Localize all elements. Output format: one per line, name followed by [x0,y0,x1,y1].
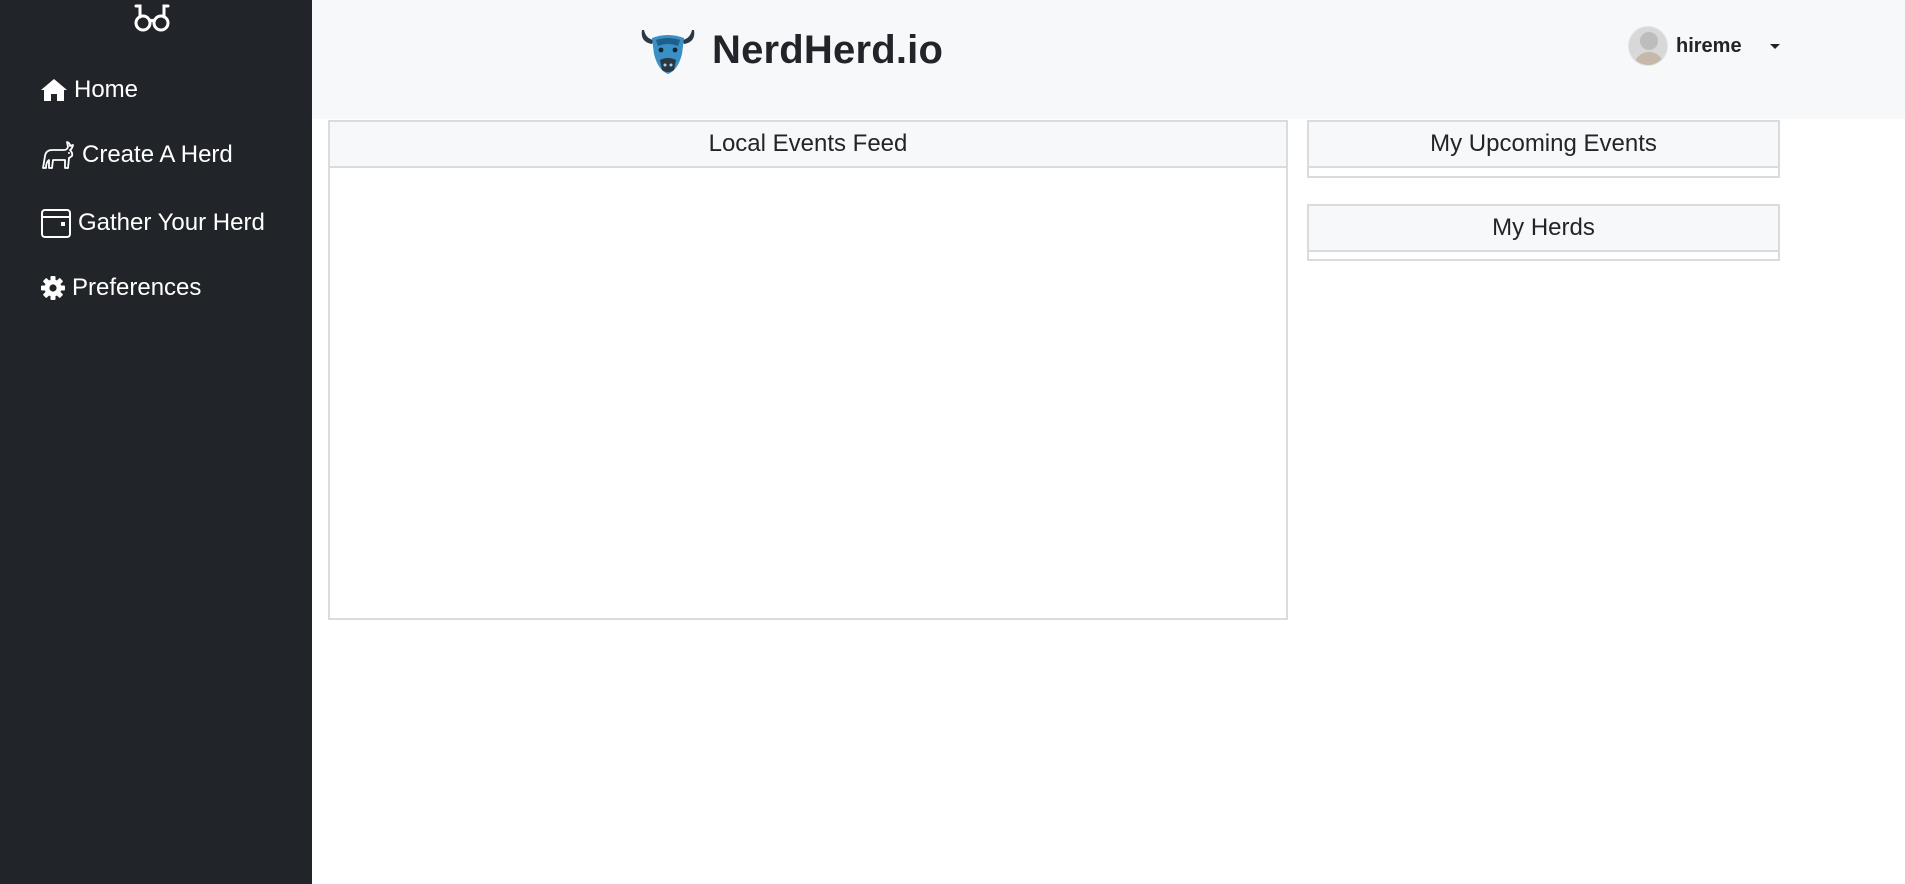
home-icon [40,77,68,103]
site-title: NerdHerd.io [712,27,944,72]
sidebar: Home Create A Herd Gather Your Herd Pref… [0,0,312,884]
sidebar-item-gather-your-herd[interactable]: Gather Your Herd [40,205,265,241]
header: NerdHerd.io hireme [312,0,1905,119]
local-events-feed-panel: Local Events Feed [328,120,1288,620]
bull-logo-icon [641,30,695,74]
brand-logo[interactable]: NerdHerd.io [638,24,943,76]
app-root: Home Create A Herd Gather Your Herd Pref… [0,0,1905,884]
glasses-icon[interactable] [132,2,172,34]
sidebar-item-preferences[interactable]: Preferences [40,270,201,306]
sidebar-item-label: Preferences [72,274,202,301]
sidebar-item-label: Create A Herd [82,141,233,168]
bull-icon [40,138,76,172]
my-herds-panel: My Herds [1307,204,1780,261]
chevron-down-icon[interactable] [1769,43,1780,49]
user-menu[interactable]: hireme [1628,26,1780,66]
sidebar-item-label: Home [74,76,139,103]
sidebar-item-create-a-herd[interactable]: Create A Herd [40,137,233,173]
panel-title: My Upcoming Events [1309,122,1778,168]
calendar-icon [40,207,72,239]
avatar[interactable] [1628,26,1668,66]
sidebar-item-label: Gather Your Herd [78,209,265,236]
panel-title: My Herds [1309,206,1778,252]
my-upcoming-events-panel: My Upcoming Events [1307,120,1780,178]
sidebar-item-home[interactable]: Home [40,72,138,108]
panel-title: Local Events Feed [330,122,1286,168]
username: hireme [1676,34,1742,57]
gear-icon [40,275,66,301]
